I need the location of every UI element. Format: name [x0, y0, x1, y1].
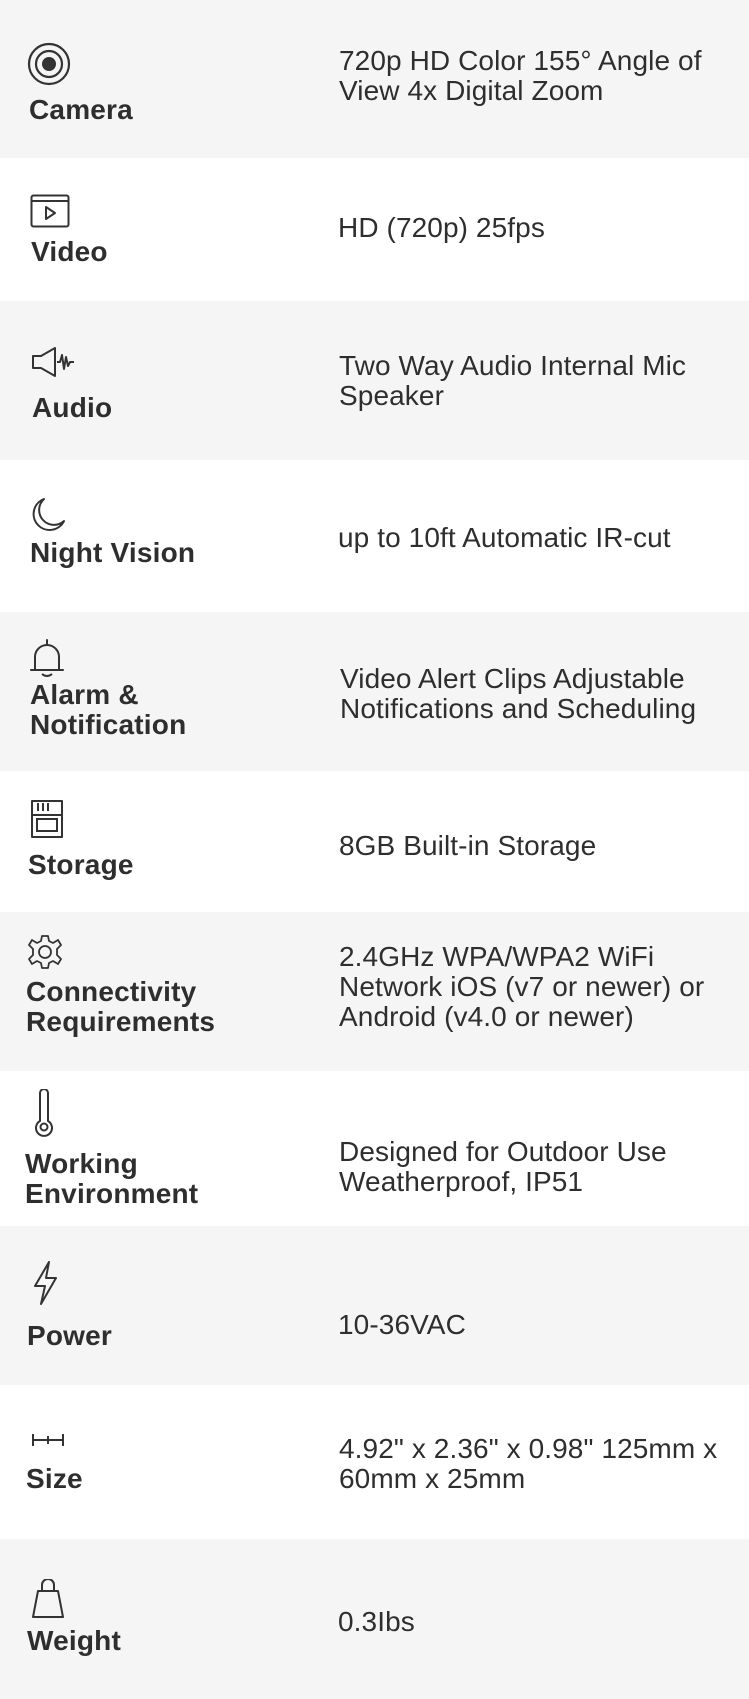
spec-label: Power [27, 1320, 113, 1351]
sd-card-icon [30, 799, 64, 839]
thermometer-icon [32, 1089, 56, 1137]
video-icon [30, 194, 70, 228]
speaker-icon [31, 345, 75, 379]
spec-row-connectivity: Connectivity Requirements 2.4GHz WPA/WPA… [0, 912, 749, 1071]
spec-value: Designed for Outdoor Use Weatherproof, I… [339, 1136, 667, 1197]
spec-value: 8GB Built-in Storage [339, 830, 597, 861]
spec-row-alarm-notification: Alarm & Notification Video Alert Clips A… [0, 612, 749, 771]
spec-label: Video [31, 236, 108, 267]
spec-label: Audio [32, 392, 113, 423]
spec-table: Camera 720p HD Color 155° Angle of View … [0, 0, 749, 1699]
spec-value: Video Alert Clips Adjustable Notificatio… [340, 663, 697, 724]
spec-row-weight: Weight 0.3Ibs [0, 1539, 749, 1699]
spec-value: 2.4GHz WPA/WPA2 WiFi Network iOS (v7 or … [339, 941, 705, 1032]
lightning-icon [31, 1260, 59, 1306]
spec-row-video: Video HD (720p) 25fps [0, 158, 749, 301]
spec-label: Size [26, 1463, 83, 1494]
gear-icon [27, 934, 63, 970]
spec-label: Connectivity Requirements [26, 976, 216, 1037]
spec-label: Storage [28, 849, 134, 880]
spec-row-audio: Audio Two Way Audio Internal Mic Speaker [0, 301, 749, 460]
ruler-icon [31, 1433, 65, 1447]
spec-value: Two Way Audio Internal Mic Speaker [339, 350, 687, 411]
camera-lens-icon [27, 42, 71, 86]
bell-icon [30, 638, 64, 678]
spec-label: Camera [29, 94, 133, 125]
moon-icon [30, 497, 66, 533]
spec-row-night-vision: Night Vision up to 10ft Automatic IR-cut [0, 460, 749, 612]
spec-label: Alarm & Notification [30, 679, 187, 740]
spec-value: HD (720p) 25fps [338, 212, 545, 243]
spec-row-power: Power 10-36VAC [0, 1226, 749, 1385]
spec-label: Working Environment [25, 1148, 199, 1209]
spec-value: 0.3Ibs [338, 1606, 415, 1637]
spec-value: up to 10ft Automatic IR-cut [338, 522, 671, 553]
spec-row-storage: Storage 8GB Built-in Storage [0, 771, 749, 912]
spec-value: 720p HD Color 155° Angle of View 4x Digi… [339, 45, 702, 106]
spec-value: 4.92" x 2.36" x 0.98" 125mm x 60mm x 25m… [339, 1433, 718, 1494]
spec-value: 10-36VAC [338, 1309, 466, 1340]
weight-icon [32, 1579, 64, 1619]
spec-row-working-environment: Working Environment Designed for Outdoor… [0, 1071, 749, 1226]
spec-row-camera: Camera 720p HD Color 155° Angle of View … [0, 0, 749, 158]
spec-row-size: Size 4.92" x 2.36" x 0.98" 125mm x 60mm … [0, 1385, 749, 1539]
spec-label: Night Vision [30, 537, 196, 568]
spec-label: Weight [27, 1625, 122, 1656]
